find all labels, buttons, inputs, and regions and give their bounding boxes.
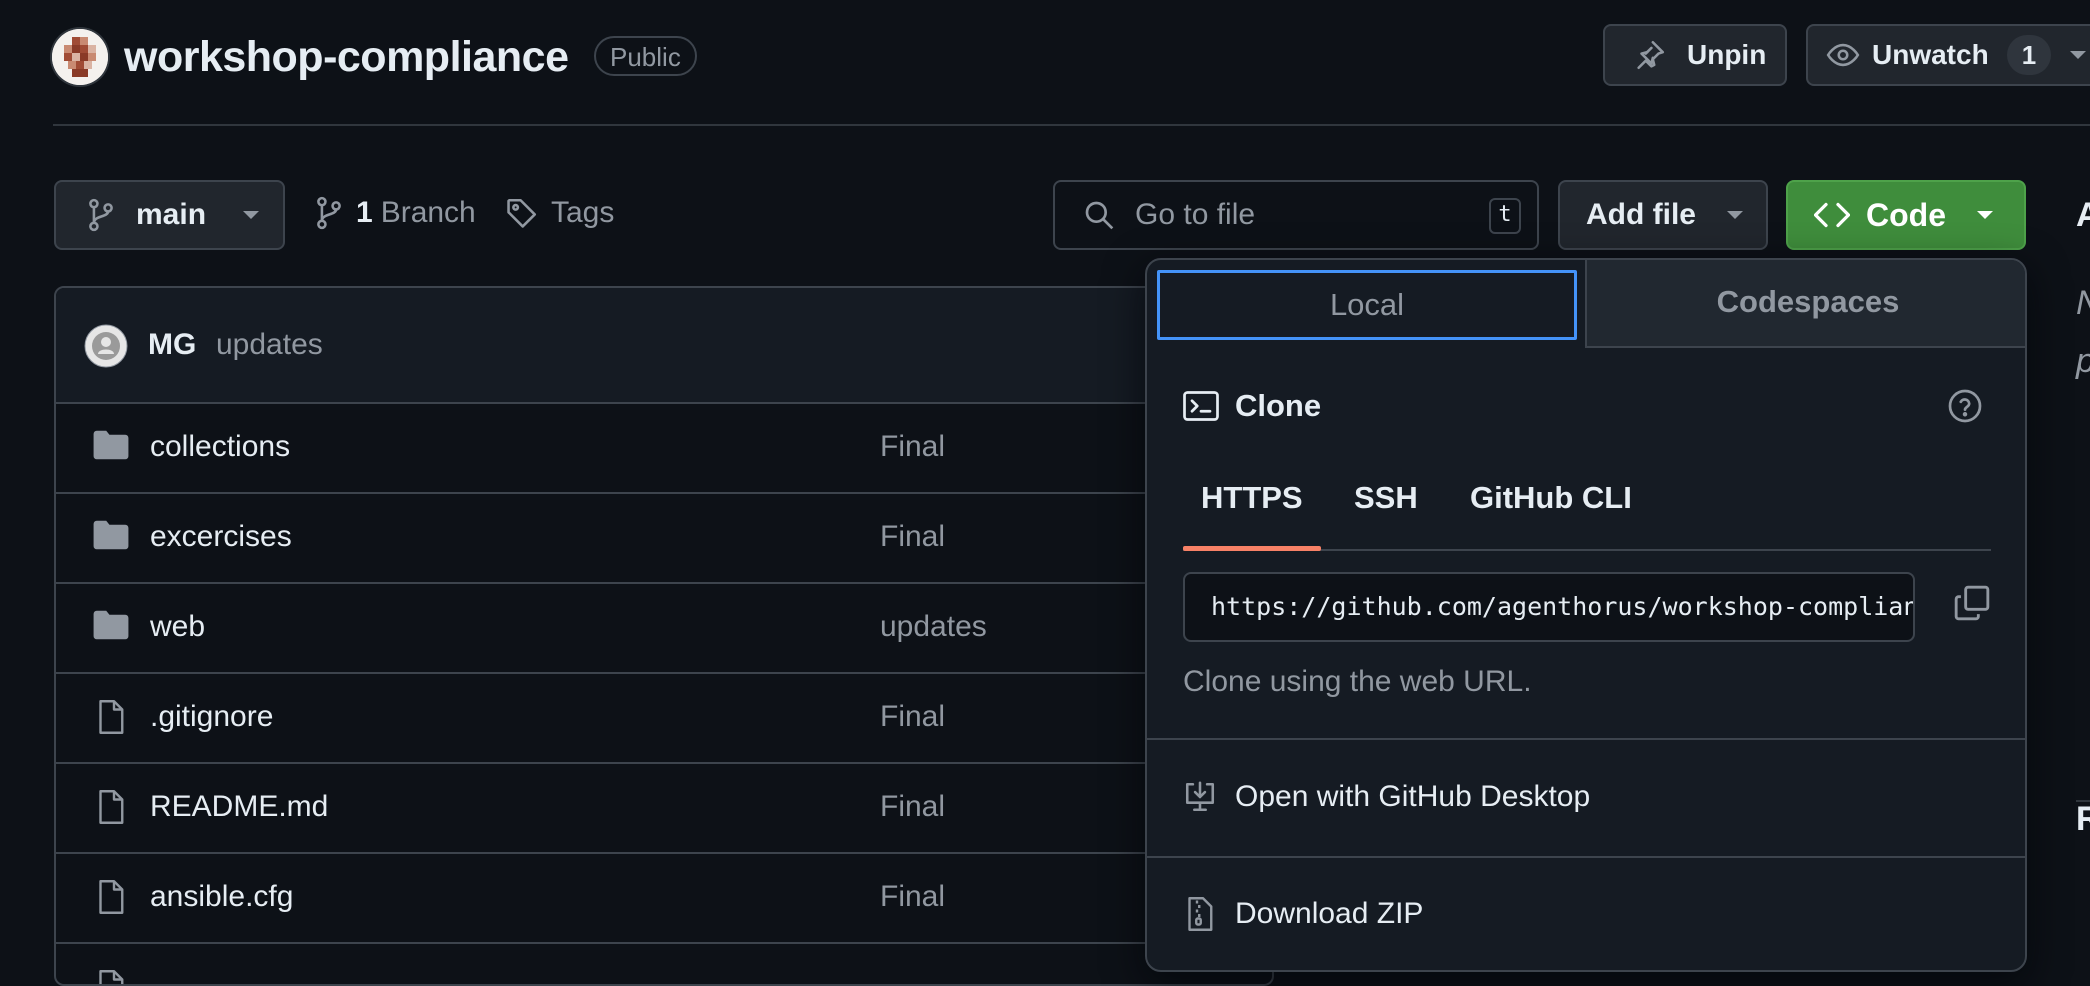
pin-icon	[1633, 38, 1667, 72]
table-row[interactable]: excercises Final	[56, 494, 1272, 584]
search-shortcut-key: t	[1489, 198, 1521, 234]
dropdown-divider	[1147, 856, 2025, 858]
table-row[interactable]: web updates	[56, 584, 1272, 674]
chevron-down-icon[interactable]	[2069, 49, 2087, 61]
sidebar-description-fragment: p	[2076, 342, 2090, 381]
clone-title: Clone	[1235, 388, 1322, 423]
repo-owner-avatar[interactable]	[52, 29, 108, 85]
sidebar-description-fragment: N	[2076, 284, 2090, 323]
file-zip-icon	[1183, 896, 1217, 932]
table-row[interactable]	[56, 944, 1272, 984]
code-label: Code	[1866, 196, 1946, 233]
commit-author[interactable]: MG	[148, 328, 196, 362]
folder-icon	[92, 608, 130, 642]
search-icon	[1083, 199, 1115, 231]
file-commit-message[interactable]: Final	[880, 790, 945, 824]
add-file-button[interactable]: Add file	[1558, 180, 1768, 250]
tags-link[interactable]: Tags	[505, 196, 614, 230]
tab-local[interactable]: Local	[1157, 270, 1577, 340]
code-button[interactable]: Code	[1786, 180, 2026, 250]
search-placeholder: Go to file	[1135, 198, 1256, 231]
latest-commit-bar: MG updates	[56, 288, 1272, 404]
eye-icon	[1826, 38, 1860, 72]
chevron-down-icon	[242, 209, 260, 221]
header-divider	[53, 124, 2090, 126]
file-icon	[96, 878, 126, 916]
clone-hint: Clone using the web URL.	[1183, 665, 1532, 698]
file-table: MG updates collections Final excercises …	[54, 286, 1274, 986]
file-commit-message[interactable]: Final	[880, 520, 945, 554]
table-row[interactable]: README.md Final	[56, 764, 1272, 854]
table-row[interactable]: .gitignore Final	[56, 674, 1272, 764]
file-commit-message[interactable]: Final	[880, 700, 945, 734]
file-icon	[96, 968, 126, 984]
file-name[interactable]: README.md	[150, 790, 328, 824]
code-icon	[1814, 200, 1850, 230]
go-to-file-search[interactable]: Go to file t	[1053, 180, 1539, 250]
repo-name[interactable]: workshop-compliance	[124, 30, 569, 84]
clone-url-field[interactable]: https://github.com/agenthorus/workshop-c…	[1183, 572, 1915, 642]
branch-name: main	[136, 198, 207, 231]
branch-label: Branch	[380, 196, 476, 229]
table-row[interactable]: collections Final	[56, 404, 1272, 494]
file-name[interactable]: ansible.cfg	[150, 880, 293, 914]
watch-count-badge: 1	[2006, 35, 2052, 75]
file-commit-message[interactable]: Final	[880, 430, 945, 464]
tags-label: Tags	[551, 196, 615, 229]
help-icon[interactable]	[1947, 388, 1983, 424]
unwatch-button[interactable]: Unwatch 1	[1806, 24, 2090, 86]
git-branch-icon	[314, 196, 344, 230]
download-zip-item[interactable]: Download ZIP	[1183, 896, 1423, 932]
file-name[interactable]: .gitignore	[150, 700, 273, 734]
chevron-down-icon	[1976, 209, 1994, 221]
file-commit-message[interactable]: Final	[880, 880, 945, 914]
sidebar-heading-fragment: R	[2076, 800, 2090, 838]
terminal-icon	[1183, 390, 1219, 422]
branch-count: 1	[356, 196, 373, 229]
commit-message[interactable]: updates	[216, 328, 323, 362]
git-branch-icon	[86, 198, 116, 232]
folder-icon	[92, 428, 130, 462]
file-name[interactable]: collections	[150, 430, 290, 464]
file-name[interactable]: web	[150, 610, 205, 644]
chevron-down-icon	[1726, 209, 1744, 221]
branch-selector[interactable]: main	[54, 180, 285, 250]
unpin-label: Unpin	[1687, 39, 1767, 70]
sidebar-about-fragment: A	[2076, 196, 2090, 234]
unwatch-label: Unwatch	[1872, 39, 1989, 70]
tab-https[interactable]: HTTPS	[1201, 480, 1303, 516]
download-zip-label: Download ZIP	[1235, 897, 1424, 930]
file-icon	[96, 788, 126, 826]
desktop-download-icon	[1183, 780, 1217, 814]
active-protocol-indicator	[1183, 546, 1321, 551]
open-desktop-label: Open with GitHub Desktop	[1235, 780, 1591, 813]
tab-github-cli[interactable]: GitHub CLI	[1470, 480, 1632, 516]
copy-icon[interactable]	[1953, 584, 1991, 622]
table-row[interactable]: ansible.cfg Final	[56, 854, 1272, 944]
open-github-desktop-item[interactable]: Open with GitHub Desktop	[1183, 780, 1590, 814]
branches-link[interactable]: 1 Branch	[314, 196, 476, 230]
dropdown-divider	[1147, 738, 2025, 740]
visibility-badge: Public	[594, 36, 697, 76]
tab-ssh[interactable]: SSH	[1354, 480, 1418, 516]
file-icon	[96, 698, 126, 736]
avatar[interactable]	[84, 324, 128, 368]
tab-codespaces[interactable]: Codespaces	[1585, 260, 2025, 348]
add-file-label: Add file	[1586, 198, 1696, 231]
folder-icon	[92, 518, 130, 552]
unpin-button[interactable]: Unpin	[1603, 24, 1787, 86]
code-dropdown: Codespaces Local Clone HTTPS SSH GitHub …	[1145, 258, 2027, 972]
file-commit-message[interactable]: updates	[880, 610, 987, 644]
tag-icon	[505, 196, 539, 230]
file-name[interactable]: excercises	[150, 520, 292, 554]
